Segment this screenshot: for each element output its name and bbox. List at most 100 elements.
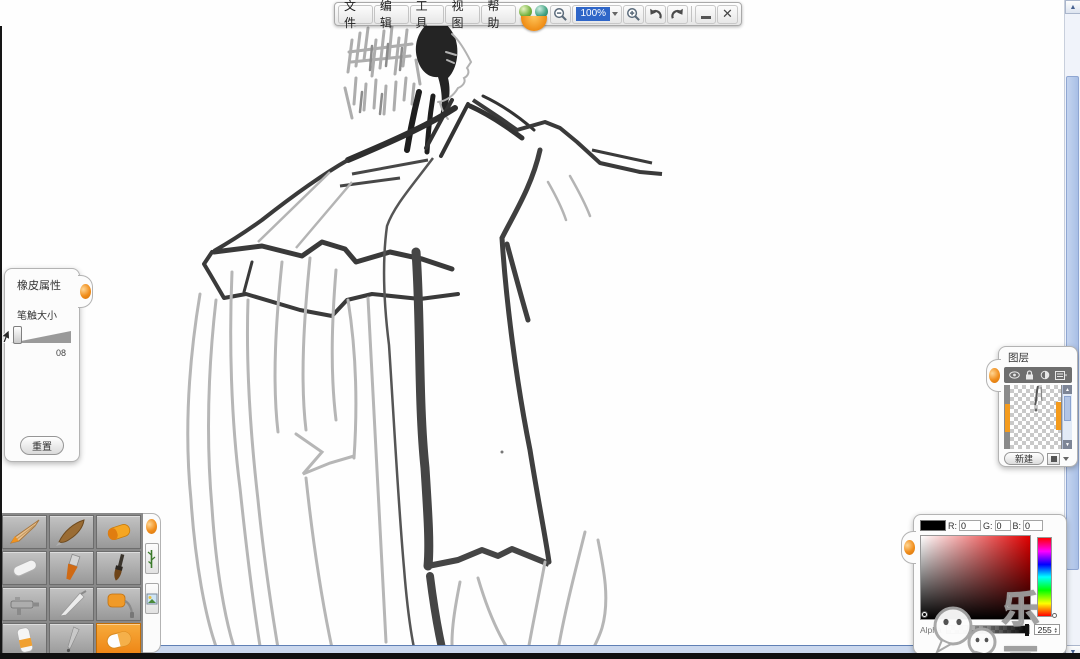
layer-preview-strokes: [1018, 385, 1058, 425]
main-toolbar: 文件 编辑 工具 视图 帮助 100%: [334, 2, 742, 26]
tool-eraser[interactable]: [96, 623, 141, 657]
right-shoulder: [473, 100, 662, 174]
layer-list-scrollbar[interactable]: ▲ ▼: [1062, 385, 1072, 449]
water-sleeve-drape: [188, 258, 386, 653]
layer-options-icon: [1051, 456, 1057, 462]
layer-menu-icon[interactable]: [1055, 371, 1067, 380]
menu-file[interactable]: 文件: [338, 5, 373, 24]
red-input[interactable]: [959, 520, 981, 531]
wechat-logo-icon: [926, 604, 1002, 659]
menu-view[interactable]: 视图: [445, 5, 480, 24]
brush-size-slider[interactable]: [11, 328, 73, 348]
eraser-panel-title: 橡皮属性: [5, 269, 79, 293]
tool-feather-pen[interactable]: [49, 515, 94, 549]
undo-button[interactable]: [645, 5, 666, 24]
app-logo-icon: [517, 3, 549, 25]
window-bottom-border: [0, 653, 1080, 659]
underarm-light: [548, 176, 590, 220]
palette-collapse-tab[interactable]: [146, 519, 157, 534]
blue-input[interactable]: [1023, 520, 1043, 531]
scroll-up-button[interactable]: ▲: [1065, 0, 1080, 14]
layer-lock-icon[interactable]: [1025, 370, 1034, 380]
slider-handle[interactable]: [13, 326, 22, 344]
vertical-scroll-thumb[interactable]: [1066, 76, 1079, 570]
new-layer-button[interactable]: 新建: [1004, 452, 1044, 465]
bamboo-tool-button[interactable]: [145, 543, 159, 574]
green-input[interactable]: [995, 520, 1011, 531]
chalk-icon: [5, 553, 45, 583]
selected-layer-marker-right: [1056, 402, 1061, 430]
window-left-border: [0, 26, 2, 659]
close-icon: ✕: [722, 6, 733, 22]
hem: [428, 549, 549, 566]
eraser-properties-panel: 橡皮属性 笔触大小 08 重置: [4, 268, 80, 462]
glue-stick-icon: [5, 625, 45, 655]
paint-roller-icon: [99, 589, 139, 619]
headdress-strokes: [345, 20, 420, 118]
tool-etching-pen[interactable]: [49, 623, 94, 657]
tool-chalk[interactable]: [2, 551, 47, 585]
stamp-image-icon: [146, 593, 158, 605]
tab-logo-icon: [904, 540, 915, 555]
layers-toolbar: [1004, 367, 1072, 383]
chest-fold: [352, 160, 428, 174]
tool-ink-brush[interactable]: [96, 551, 141, 585]
layer-list: ▲ ▼: [1004, 385, 1072, 449]
zoom-dropdown-caret-icon[interactable]: [612, 12, 618, 16]
bamboo-icon: [146, 548, 157, 570]
layer-opacity-icon[interactable]: [1040, 370, 1050, 380]
brush-size-label: 笔触大小: [5, 293, 79, 322]
feather-pen-icon: [52, 517, 92, 547]
redo-icon: [670, 7, 685, 22]
zoom-out-button[interactable]: [550, 5, 571, 24]
airbrush-icon: [5, 589, 45, 619]
tab-logo-icon: [80, 284, 91, 299]
wechat-watermark: 乐画: [926, 579, 1080, 659]
color-values-row: R: G: B:: [914, 515, 1066, 533]
zoom-level-field[interactable]: 100%: [572, 5, 622, 24]
stamp-tool-button[interactable]: [145, 583, 159, 614]
palette-knife-icon: [52, 589, 92, 619]
green-label: G:: [983, 521, 993, 531]
tool-airbrush[interactable]: [2, 587, 47, 621]
zoom-in-button[interactable]: [623, 5, 644, 24]
redo-button[interactable]: [667, 5, 688, 24]
layer-options-button[interactable]: [1047, 453, 1060, 465]
layers-panel: 图层 ▲ ▼: [998, 346, 1078, 467]
tool-palette-knife[interactable]: [49, 587, 94, 621]
layers-panel-footer: 新建: [999, 449, 1077, 465]
lapel: [348, 108, 455, 160]
paint-brush-icon: [52, 553, 92, 583]
menu-edit[interactable]: 编辑: [374, 5, 409, 24]
layer-scroll-down-icon[interactable]: ▼: [1063, 440, 1072, 449]
tool-paint-roller[interactable]: [96, 587, 141, 621]
minimize-icon: [701, 16, 711, 19]
current-color-swatch[interactable]: [920, 520, 946, 531]
eraser-icon: [99, 625, 139, 655]
layer-visibility-icon[interactable]: [1009, 371, 1020, 379]
magnifier-plus-icon: [626, 7, 641, 22]
layers-panel-title: 图层: [999, 347, 1077, 367]
minimize-button[interactable]: [695, 5, 716, 24]
tool-dip-pen[interactable]: [2, 515, 47, 549]
robe-right-edge: [502, 150, 549, 562]
zoom-level-value[interactable]: 100%: [576, 7, 610, 21]
tool-crayon[interactable]: [96, 515, 141, 549]
tool-paint-brush[interactable]: [49, 551, 94, 585]
menu-help[interactable]: 帮助: [481, 5, 516, 24]
layer-scroll-up-icon[interactable]: ▲: [1063, 385, 1072, 394]
toolbar-separator: [691, 6, 692, 22]
tool-glue-stick[interactable]: [2, 623, 47, 657]
layer-scroll-thumb[interactable]: [1064, 396, 1071, 421]
red-label: R:: [948, 521, 957, 531]
magnifier-minus-icon: [553, 7, 568, 22]
reset-button[interactable]: 重置: [20, 436, 64, 455]
blue-label: B:: [1013, 521, 1022, 531]
menu-tools[interactable]: 工具: [410, 5, 445, 24]
undo-icon: [648, 7, 663, 22]
close-button[interactable]: ✕: [717, 5, 738, 24]
ink-dot: [501, 451, 504, 454]
layer-options-caret-icon[interactable]: [1063, 457, 1069, 461]
palette-side-strip: [143, 513, 161, 653]
ink-brush-icon: [99, 553, 139, 583]
